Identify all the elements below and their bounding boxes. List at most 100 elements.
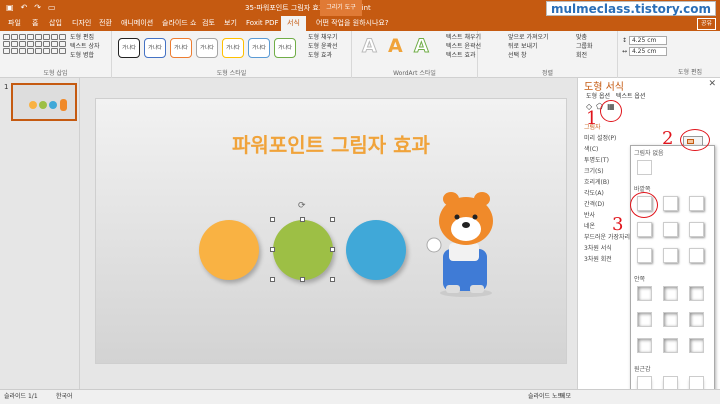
prop-blur: 흐리게(B) [584,179,610,186]
outer-shadow-option[interactable] [637,222,652,237]
outer-shadow-option[interactable] [663,196,678,211]
shape-style-4[interactable]: 가나다 [196,38,218,58]
resize-handle[interactable] [300,277,305,282]
tab-view[interactable]: 보기 [224,16,237,31]
wordart-style-1[interactable]: A [362,35,378,58]
inner-shadow-option[interactable] [663,312,678,327]
shape-options-tab[interactable]: 도형 옵션 [586,93,610,100]
resize-handle[interactable] [270,277,275,282]
resize-handle[interactable] [330,217,335,222]
outer-shadow-option[interactable] [689,248,704,263]
slide-title[interactable]: 파워포인트 그림자 효과 [96,129,566,158]
text-outline-button[interactable]: 텍스트 윤곽선 [446,42,481,51]
inner-shadow-option[interactable] [637,286,652,301]
present-icon[interactable]: ▭ [48,3,56,12]
shape-effects-button[interactable]: 도형 효과 [308,51,338,60]
comments-button[interactable]: 메모 [560,390,571,404]
align-button[interactable]: 맞춤 [576,33,593,42]
tab-foxit[interactable]: Foxit PDF [246,16,279,31]
resize-handle[interactable] [300,217,305,222]
share-button[interactable]: 공유 [696,18,716,30]
orange-circle[interactable] [199,220,259,280]
tab-slideshow[interactable]: 슬라이드 쇼 [162,16,196,31]
status-bar: 슬라이드 1/1 한국어 슬라이드 노트 메모 [0,389,720,404]
inner-shadow-option[interactable] [663,286,678,301]
tab-file[interactable]: 파일 [8,16,21,31]
tell-me-box[interactable]: 어떤 작업을 원하시나요? [316,16,389,31]
section-3d-rotation[interactable]: 3차원 회전 [584,254,630,265]
tab-format[interactable]: 서식 [281,16,306,31]
send-backward-button[interactable]: 뒤로 보내기 [508,42,549,51]
text-box-button[interactable]: 텍스트 상자 [70,42,100,51]
inner-shadow-option[interactable] [663,338,678,353]
text-effects-button[interactable]: 텍스트 효과 [446,51,481,60]
outer-shadow-option[interactable] [663,222,678,237]
slide-thumbnail-1[interactable] [11,83,77,121]
shape-outline-button[interactable]: 도형 윤곽선 [308,42,338,51]
outer-shadow-option[interactable] [689,196,704,211]
shape-fill-button[interactable]: 도형 채우기 [308,33,338,42]
drawing-tools-context: 그리기 도구 [320,0,362,16]
tab-home[interactable]: 홈 [32,16,38,31]
width-input[interactable]: 4.25 cm [628,47,667,56]
resize-handle[interactable] [270,247,275,252]
shape-style-1[interactable]: 가나다 [118,38,140,58]
undo-icon[interactable]: ↶ [21,3,28,12]
height-input[interactable]: 4.25 cm [628,36,667,45]
inner-shadow-option[interactable] [689,312,704,327]
notes-button[interactable]: 슬라이드 노트 [528,390,563,404]
inner-label: 안쪽 [634,276,646,283]
tab-design[interactable]: 디자인 [72,16,91,31]
tab-transitions[interactable]: 전환 [99,16,112,31]
shapes-gallery[interactable] [3,34,67,54]
quick-access-toolbar: ▣ ↶ ↷ ▭ [6,3,56,12]
prop-size: 크기(S) [584,168,604,175]
wordart-style-3[interactable]: A [414,35,430,58]
redo-icon[interactable]: ↷ [34,3,41,12]
group-button[interactable]: 그룹화 [576,42,593,51]
no-shadow-option[interactable] [637,160,652,175]
annotation-circle-2 [680,129,710,151]
wordart-style-2[interactable]: A [388,35,403,57]
bear-character[interactable] [426,187,506,299]
section-3d-format[interactable]: 3차원 서식 [584,243,630,254]
outer-shadow-option[interactable] [637,248,652,263]
tab-insert[interactable]: 삽입 [49,16,62,31]
language-indicator[interactable]: 한국어 [56,390,73,404]
tab-review[interactable]: 검토 [202,16,215,31]
resize-handle[interactable] [270,217,275,222]
outer-shadow-option[interactable] [663,248,678,263]
inner-shadow-option[interactable] [637,338,652,353]
prop-angle: 각도(A) [584,190,604,197]
inner-shadow-option[interactable] [637,312,652,327]
merge-shapes-button[interactable]: 도형 병합 [70,51,100,60]
bring-forward-button[interactable]: 앞으로 가져오기 [508,33,549,42]
group-wordart: A A A 텍스트 채우기 텍스트 윤곽선 텍스트 효과 WordArt 스타일 [352,31,481,78]
shape-style-3[interactable]: 가나다 [170,38,192,58]
group-label: WordArt 스타일 [393,70,436,77]
edit-shape-button[interactable]: 도형 편집 [70,33,100,42]
annotation-number-3: 3 [612,214,624,235]
save-icon[interactable]: ▣ [6,3,14,12]
outer-shadow-option[interactable] [689,222,704,237]
text-options-tab[interactable]: 텍스트 옵션 [616,93,646,100]
inner-shadow-option[interactable] [689,286,704,301]
text-fill-button[interactable]: 텍스트 채우기 [446,33,481,42]
resize-handle[interactable] [330,277,335,282]
shape-style-2[interactable]: 가나다 [144,38,166,58]
slide-canvas[interactable]: 파워포인트 그림자 효과 ⟳ [95,98,567,364]
green-circle-selected[interactable] [273,220,333,280]
selection-pane-button[interactable]: 선택 창 [508,51,549,60]
shape-style-7[interactable]: 가나다 [274,38,296,58]
tab-animations[interactable]: 애니메이션 [121,16,153,31]
group-label: 도형 편집 [678,69,702,76]
shape-style-5[interactable]: 가나다 [222,38,244,58]
shape-style-6[interactable]: 가나다 [248,38,270,58]
resize-handle[interactable] [330,247,335,252]
group-arrange: 앞으로 가져오기 뒤로 보내기 선택 창 맞춤 그룹화 회전 정렬 [478,31,618,78]
rotate-button[interactable]: 회전 [576,51,593,60]
close-icon[interactable]: ✕ [708,79,716,89]
inner-shadow-option[interactable] [689,338,704,353]
rotate-handle-icon[interactable]: ⟳ [298,201,306,211]
blue-circle[interactable] [346,220,406,280]
